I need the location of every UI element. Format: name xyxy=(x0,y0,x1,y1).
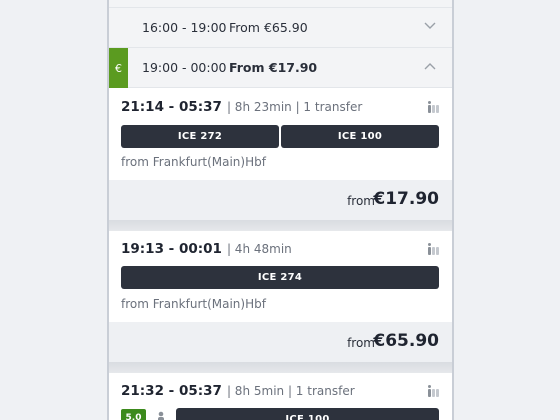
occupancy-icon xyxy=(428,243,439,255)
occupancy-icon xyxy=(428,101,439,113)
train-bars: ICE 100 xyxy=(176,408,439,420)
train-bars: ICE 274 xyxy=(121,266,439,289)
chevron-up-icon[interactable] xyxy=(424,62,436,72)
occupancy-icon xyxy=(428,385,439,397)
slot-time: 19:00 - 00:00 xyxy=(142,60,227,75)
connection-meta: | 8h 23min | 1 transfer xyxy=(226,100,363,114)
chevron-down-icon[interactable] xyxy=(424,22,436,32)
slot-previous[interactable] xyxy=(109,0,452,8)
rating-badge: 5,0 xyxy=(121,409,146,420)
train-bar[interactable]: ICE 274 xyxy=(121,266,439,289)
price-amount: €17.90 xyxy=(373,189,439,209)
connection-meta: | 8h 5min | 1 transfer xyxy=(226,384,355,398)
price-bar[interactable]: from €65.90 xyxy=(109,322,452,362)
connection-meta: | 4h 48min xyxy=(226,242,292,256)
train-bar[interactable]: ICE 100 xyxy=(281,125,439,148)
card-separator xyxy=(109,362,452,373)
connection-timing: 21:14 - 05:37 | 8h 23min | 1 transfer xyxy=(121,99,362,115)
train-bar[interactable]: ICE 100 xyxy=(176,408,439,420)
card-separator xyxy=(109,220,452,231)
connection-times: 21:14 - 05:37 xyxy=(121,99,222,115)
price-from-label: from xyxy=(347,336,375,350)
slot-price: From €17.90 xyxy=(229,60,318,75)
person-icon xyxy=(156,410,166,420)
slot-16-19[interactable]: 16:00 - 19:00 From €65.90 xyxy=(109,8,452,48)
slot-price: From €65.90 xyxy=(229,20,308,35)
slot-19-00[interactable]: € 19:00 - 00:00 From €17.90 xyxy=(109,48,452,88)
connection-card[interactable]: 19:13 - 00:01 | 4h 48min ICE 274 from Fra… xyxy=(109,231,452,362)
connection-times: 21:32 - 05:37 xyxy=(121,383,222,399)
connection-timing: 19:13 - 00:01 | 4h 48min xyxy=(121,241,292,257)
connection-card[interactable]: 21:14 - 05:37 | 8h 23min | 1 transfer ICE… xyxy=(109,88,452,220)
from-station: from Frankfurt(Main)Hbf xyxy=(121,155,266,169)
results-panel: 16:00 - 19:00 From €65.90 € 19:00 - 00:0… xyxy=(107,0,454,420)
connection-card[interactable]: 21:32 - 05:37 | 8h 5min | 1 transfer 5,0 … xyxy=(109,373,452,420)
connection-times: 19:13 - 00:01 xyxy=(121,241,222,257)
from-station: from Frankfurt(Main)Hbf xyxy=(121,297,266,311)
slot-time: 16:00 - 19:00 xyxy=(142,20,227,35)
connection-timing: 21:32 - 05:37 | 8h 5min | 1 transfer xyxy=(121,383,355,399)
train-bar[interactable]: ICE 272 xyxy=(121,125,279,148)
price-from-label: from xyxy=(347,194,375,208)
price-bar[interactable]: from €17.90 xyxy=(109,180,452,220)
price-amount: €65.90 xyxy=(373,331,439,351)
train-bars: ICE 272 ICE 100 xyxy=(121,125,439,148)
euro-tab: € xyxy=(109,48,128,88)
